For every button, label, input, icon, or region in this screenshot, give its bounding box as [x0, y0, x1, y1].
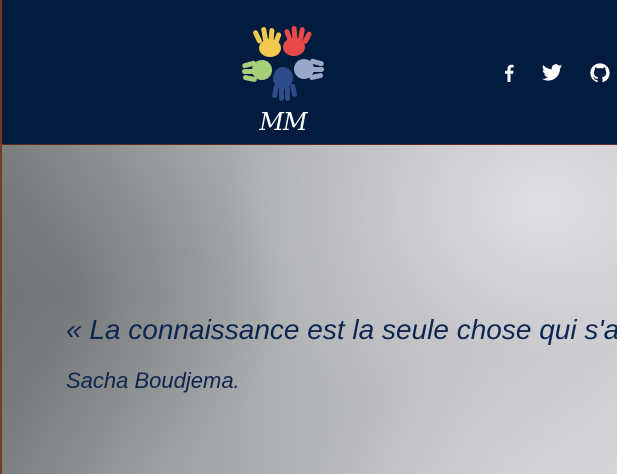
- hero-background-shading: [2, 145, 617, 474]
- hero-banner: « La connaissance est la seule chose qui…: [2, 145, 617, 474]
- twitter-link[interactable]: [541, 62, 563, 84]
- facebook-icon: [505, 64, 514, 82]
- twitter-icon: [541, 64, 563, 81]
- hero-quote-author: Sacha Boudjema.: [66, 368, 240, 393]
- hands-logo-icon: [242, 26, 324, 101]
- page: MM « La connaissance est la seule chose …: [0, 0, 617, 474]
- logo-text: MM: [259, 108, 307, 136]
- github-icon: [590, 63, 610, 83]
- site-logo[interactable]: MM: [242, 26, 324, 138]
- hero-quote: « La connaissance est la seule chose qui…: [66, 314, 617, 345]
- site-header: MM: [2, 0, 617, 144]
- facebook-link[interactable]: [498, 62, 520, 84]
- github-link[interactable]: [589, 62, 611, 84]
